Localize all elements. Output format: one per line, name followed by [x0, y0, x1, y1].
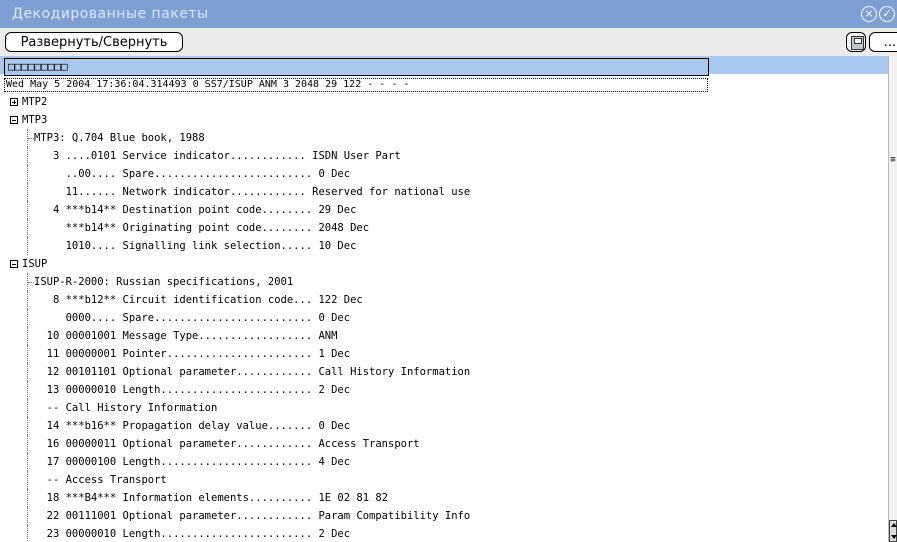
- scroll-arrows-icon[interactable]: [889, 520, 897, 542]
- decoded-packets-panel: □□□□□□□□□ Wed May 5 2004 17:36:04.314493…: [0, 56, 897, 542]
- tree-row[interactable]: 14 ***b16** Propagation delay value.....…: [0, 417, 890, 435]
- vertical-scrollbar[interactable]: ≡: [888, 56, 897, 542]
- tree-guide-line: [27, 363, 28, 381]
- tree-row-label: 10 00001001 Message Type................…: [34, 330, 338, 342]
- packet-summary-row[interactable]: Wed May 5 2004 17:36:04.314493 0 SS7/ISU…: [4, 78, 708, 92]
- tree-row[interactable]: -- Call History Information: [0, 399, 890, 417]
- tree-row-label: 11...... Network indicator............ R…: [34, 186, 471, 198]
- tree-row[interactable]: MTP2: [0, 93, 890, 111]
- tree-guide-line: [27, 219, 28, 237]
- tree-guide-line: [27, 309, 28, 327]
- expand-icon[interactable]: [10, 98, 18, 106]
- tree-guide-line: [27, 381, 28, 399]
- tree-row-label: 3 ....0101 Service indicator............…: [34, 150, 401, 162]
- tree-row-label: ***b14** Originating point code........ …: [34, 222, 370, 234]
- tree-guide-line: [27, 399, 28, 417]
- tree-guide-line: [27, 453, 28, 471]
- toolbar: Развернуть/Свернуть ...: [0, 28, 897, 56]
- collapse-icon[interactable]: [10, 116, 18, 124]
- tree-row[interactable]: 13 00000010 Length......................…: [0, 381, 890, 399]
- expand-collapse-button[interactable]: Развернуть/Свернуть: [5, 32, 183, 52]
- tree-guide-line: [27, 525, 28, 542]
- tree-row[interactable]: 11 00000001 Pointer.....................…: [0, 345, 890, 363]
- tree-guide-line: [27, 147, 28, 165]
- save-button[interactable]: [846, 32, 866, 52]
- scroll-grip-icon[interactable]: ≡: [889, 152, 897, 168]
- tree-row-label: MTP2: [22, 96, 48, 108]
- tree-guide-line: [27, 183, 28, 201]
- tree-row-label: 14 ***b16** Propagation delay value.....…: [34, 420, 351, 432]
- tree-guide-line: [27, 201, 28, 219]
- tree-row-label: 16 00000011 Optional parameter..........…: [34, 438, 420, 450]
- tree-guide-line: [27, 237, 28, 255]
- tree-row-label: 22 00111001 Optional parameter..........…: [34, 510, 471, 522]
- more-button[interactable]: ...: [869, 32, 897, 52]
- tree-guide-line: [27, 435, 28, 453]
- window-title: Декодированные пакеты: [12, 6, 209, 22]
- ok-icon[interactable]: ✓: [879, 6, 895, 22]
- tree-row[interactable]: 10 00001001 Message Type................…: [0, 327, 890, 345]
- tree-row[interactable]: ***b14** Originating point code........ …: [0, 219, 890, 237]
- tree-row[interactable]: ..00.... Spare......................... …: [0, 165, 890, 183]
- tree-row-label: ISUP: [22, 258, 48, 270]
- tree-row-label: 17 00000100 Length......................…: [34, 456, 351, 468]
- tab-packet[interactable]: □□□□□□□□□: [4, 58, 709, 76]
- tree-row[interactable]: ISUP: [0, 255, 890, 273]
- collapse-icon[interactable]: [10, 260, 18, 268]
- tree-row-label: 0000.... Spare......................... …: [34, 312, 351, 324]
- tree-row-label: 13 00000010 Length......................…: [34, 384, 351, 396]
- tree-row[interactable]: ISUP-R-2000: Russian specifications, 200…: [0, 273, 890, 291]
- tree-row-label: 4 ***b14** Destination point code.......…: [34, 204, 357, 216]
- tree-row-label: 23 00000010 Length......................…: [34, 528, 351, 540]
- tree-row-label: ISUP-R-2000: Russian specifications, 200…: [34, 276, 294, 288]
- tree-guide-line: [27, 291, 28, 309]
- tree-row-label: 12 00101101 Optional parameter..........…: [34, 366, 471, 378]
- tree-row[interactable]: 11...... Network indicator............ R…: [0, 183, 890, 201]
- tree-row[interactable]: 1010.... Signalling link selection..... …: [0, 237, 890, 255]
- tree-row[interactable]: 16 00000011 Optional parameter..........…: [0, 435, 890, 453]
- tree-row[interactable]: MTP3: [0, 111, 890, 129]
- tree-row-label: 18 ***B4*** Information elements........…: [34, 492, 389, 504]
- tree-row[interactable]: 22 00111001 Optional parameter..........…: [0, 507, 890, 525]
- tree-row[interactable]: MTP3: Q.704 Blue book, 1988: [0, 129, 890, 147]
- tree-guide-line: [27, 507, 28, 525]
- tree-guide-line: [27, 417, 28, 435]
- tree-row[interactable]: 4 ***b14** Destination point code.......…: [0, 201, 890, 219]
- tree-row-label: MTP3: [22, 114, 48, 126]
- tree-row[interactable]: 23 00000010 Length......................…: [0, 525, 890, 542]
- tree-guide-line: [27, 471, 28, 489]
- tree-row-label: -- Access Transport: [34, 474, 167, 486]
- tree-guide-line: [27, 165, 28, 183]
- decode-tree: MTP2 MTP3 MTP3: Q.704 Blue book, 1988 3 ..…: [0, 93, 890, 542]
- tree-row[interactable]: 0000.... Spare......................... …: [0, 309, 890, 327]
- tree-row-label: ..00.... Spare......................... …: [34, 168, 351, 180]
- tree-row[interactable]: 3 ....0101 Service indicator............…: [0, 147, 890, 165]
- tree-row-label: MTP3: Q.704 Blue book, 1988: [34, 132, 205, 144]
- tree-guide-line: [27, 489, 28, 507]
- tree-row-label: 11 00000001 Pointer.....................…: [34, 348, 351, 360]
- title-bar: Декодированные пакеты × ✓: [0, 0, 897, 28]
- tree-guide-line: [27, 327, 28, 345]
- tree-row-label: 8 ***b12** Circuit identification code..…: [34, 294, 363, 306]
- tree-guide-line: [27, 345, 28, 363]
- tree-row-label: 1010.... Signalling link selection..... …: [34, 240, 357, 252]
- tree-row[interactable]: 12 00101101 Optional parameter..........…: [0, 363, 890, 381]
- tree-row[interactable]: 18 ***B4*** Information elements........…: [0, 489, 890, 507]
- close-icon[interactable]: ×: [861, 6, 877, 22]
- tree-row[interactable]: 8 ***b12** Circuit identification code..…: [0, 291, 890, 309]
- tree-row-label: -- Call History Information: [34, 402, 218, 414]
- save-icon: [851, 36, 864, 50]
- tree-row[interactable]: 17 00000100 Length......................…: [0, 453, 890, 471]
- tree-row[interactable]: -- Access Transport: [0, 471, 890, 489]
